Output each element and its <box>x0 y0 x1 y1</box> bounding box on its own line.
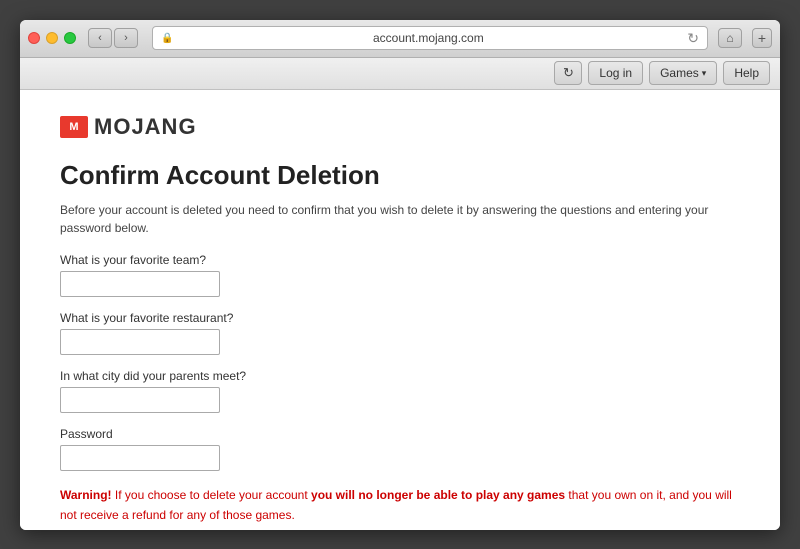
forward-button[interactable]: › <box>114 28 138 48</box>
field1-label: What is your favorite team? <box>60 253 740 267</box>
address-bar[interactable]: 🔒 account.mojang.com ↻ <box>152 26 708 50</box>
browser-window: ‹ › 🔒 account.mojang.com ↻ ⌂ + ↻ Log in … <box>20 20 780 530</box>
form-group-password: Password <box>60 427 740 471</box>
warning-line1-bold: you will no longer be able to play any g… <box>311 488 565 502</box>
title-bar: ‹ › 🔒 account.mojang.com ↻ ⌂ + <box>20 20 780 58</box>
page-description: Before your account is deleted you need … <box>60 201 740 237</box>
field3-input[interactable] <box>60 387 220 413</box>
field2-label: What is your favorite restaurant? <box>60 311 740 325</box>
warning-section: Warning! If you choose to delete your ac… <box>60 485 740 530</box>
field4-input[interactable] <box>60 445 220 471</box>
form-group-city: In what city did your parents meet? <box>60 369 740 413</box>
field1-input[interactable] <box>60 271 220 297</box>
nav-toolbar: ↻ Log in Games ▾ Help <box>20 58 780 90</box>
games-label: Games <box>660 66 699 80</box>
chevron-down-icon: ▾ <box>702 68 707 79</box>
warning-line1-normal: If you choose to delete your account <box>115 488 311 502</box>
new-tab-button[interactable]: + <box>752 28 772 48</box>
maximize-button[interactable] <box>64 32 76 44</box>
form-group-restaurant: What is your favorite restaurant? <box>60 311 740 355</box>
field4-label: Password <box>60 427 740 441</box>
minimize-button[interactable] <box>46 32 58 44</box>
mojang-logo: M MOJANG <box>60 114 740 140</box>
url-text: account.mojang.com <box>177 31 679 45</box>
page-content: M MOJANG Confirm Account Deletion Before… <box>20 90 780 530</box>
warning-line1: Warning! If you choose to delete your ac… <box>60 485 740 526</box>
close-button[interactable] <box>28 32 40 44</box>
field3-label: In what city did your parents meet? <box>60 369 740 383</box>
warning-line2: You will not be able to register a new a… <box>60 525 740 529</box>
page-title: Confirm Account Deletion <box>60 160 740 191</box>
mojang-brand-name: MOJANG <box>94 114 197 140</box>
refresh-icon[interactable]: ↻ <box>687 30 699 47</box>
games-menu-button[interactable]: Games ▾ <box>649 61 717 85</box>
traffic-lights <box>28 32 76 44</box>
back-button[interactable]: ‹ <box>88 28 112 48</box>
toolbar-refresh-button[interactable]: ↻ <box>554 61 582 85</box>
home-button[interactable]: ⌂ <box>718 28 742 48</box>
nav-buttons: ‹ › <box>88 28 138 48</box>
form-group-team: What is your favorite team? <box>60 253 740 297</box>
login-button[interactable]: Log in <box>588 61 643 85</box>
mojang-icon: M <box>60 116 88 138</box>
warning-prefix: Warning! <box>60 488 112 502</box>
help-button[interactable]: Help <box>723 61 770 85</box>
field2-input[interactable] <box>60 329 220 355</box>
lock-icon: 🔒 <box>161 33 173 44</box>
